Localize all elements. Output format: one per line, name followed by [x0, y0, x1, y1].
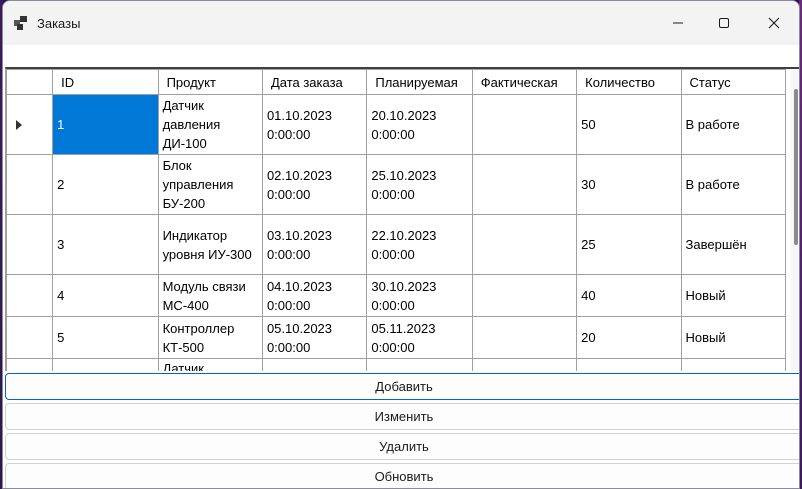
cell-order-date[interactable]: 02.10.2023 0:00:00	[261, 154, 368, 215]
minimize-button[interactable]	[655, 1, 701, 45]
column-header-quantity[interactable]: Количество	[576, 69, 682, 95]
cell-status[interactable]: Новый	[680, 316, 787, 359]
table-row[interactable]: 5 Контроллер КТ-500 05.10.2023 0:00:00 0…	[6, 316, 787, 359]
cell-product[interactable]: Модуль связи МС-400	[157, 274, 263, 317]
column-header-product[interactable]: Продукт	[157, 69, 263, 95]
table-row[interactable]: 1 Датчик давления ДИ-100 01.10.2023 0:00…	[6, 94, 787, 155]
delete-button[interactable]: Удалить	[5, 433, 799, 460]
cell-status[interactable]: В работе	[680, 154, 787, 215]
cell-id[interactable]	[52, 358, 159, 371]
cell-product[interactable]: Датчик	[157, 358, 263, 371]
cell-actual[interactable]	[471, 154, 578, 215]
cell-quantity[interactable]: 20	[576, 316, 682, 359]
cell-product[interactable]: Датчик давления ДИ-100	[157, 94, 263, 155]
add-button[interactable]: Добавить	[5, 373, 799, 400]
cell-planned[interactable]: 25.10.2023 0:00:00	[366, 154, 473, 215]
cell-quantity[interactable]: 40	[576, 274, 682, 317]
grid-header-row: ID Продукт Дата заказа Планируемая Факти…	[6, 69, 787, 95]
current-row-arrow-icon	[16, 119, 22, 130]
column-header-planned[interactable]: Планируемая	[366, 69, 473, 95]
cell-status[interactable]: В работе	[680, 94, 787, 155]
cell-planned[interactable]: 20.10.2023 0:00:00	[366, 94, 473, 155]
cell-product[interactable]: Контроллер КТ-500	[157, 316, 263, 359]
cell-id[interactable]: 3	[52, 214, 159, 275]
cell-quantity[interactable]: 50	[576, 94, 682, 155]
row-header[interactable]	[6, 94, 54, 155]
cell-status[interactable]	[680, 358, 787, 371]
cell-status[interactable]: Новый	[680, 274, 787, 317]
cell-product[interactable]: Блок управления БУ-200	[157, 154, 263, 215]
cell-order-date[interactable]: 04.10.2023 0:00:00	[261, 274, 368, 317]
row-header[interactable]	[6, 358, 54, 371]
cell-actual[interactable]	[471, 94, 578, 155]
row-header[interactable]	[6, 316, 54, 359]
refresh-button[interactable]: Обновить	[5, 463, 799, 488]
close-button[interactable]	[751, 1, 797, 45]
cell-quantity[interactable]: 30	[576, 154, 682, 215]
row-header-corner[interactable]	[6, 69, 54, 95]
empty-toolstrip	[3, 45, 799, 67]
maximize-icon	[719, 18, 729, 28]
cell-status[interactable]: Завершён	[680, 214, 787, 275]
cell-id[interactable]: 1	[52, 94, 159, 155]
cell-actual[interactable]	[471, 214, 578, 275]
orders-window: Заказы ID Продукт Дата заказа Планируема…	[2, 0, 800, 489]
edit-button[interactable]: Изменить	[5, 403, 799, 430]
cell-planned[interactable]: 22.10.2023 0:00:00	[366, 214, 473, 275]
close-icon	[768, 17, 780, 29]
minimize-icon	[673, 22, 683, 24]
app-window-icon	[14, 16, 27, 30]
row-header[interactable]	[6, 154, 54, 215]
orders-grid[interactable]: ID Продукт Дата заказа Планируемая Факти…	[5, 67, 799, 371]
column-header-id[interactable]: ID	[52, 69, 159, 95]
cell-planned[interactable]: 05.11.2023 0:00:00	[366, 316, 473, 359]
window-title: Заказы	[37, 16, 81, 31]
column-header-actual[interactable]: Фактическая	[471, 69, 578, 95]
table-row[interactable]: 3 Индикатор уровня ИУ-300 03.10.2023 0:0…	[6, 214, 787, 275]
column-header-order-date[interactable]: Дата заказа	[261, 69, 368, 95]
cell-actual[interactable]	[471, 274, 578, 317]
cell-order-date[interactable]: 01.10.2023 0:00:00	[261, 94, 368, 155]
cell-product[interactable]: Индикатор уровня ИУ-300	[157, 214, 263, 275]
cell-planned[interactable]	[366, 358, 473, 371]
cell-quantity[interactable]: 25	[576, 214, 682, 275]
cell-id[interactable]: 5	[52, 316, 159, 359]
table-row[interactable]: 2 Блок управления БУ-200 02.10.2023 0:00…	[6, 154, 787, 215]
cell-id[interactable]: 2	[52, 154, 159, 215]
table-row[interactable]: Датчик	[6, 358, 787, 371]
column-header-status[interactable]: Статус	[680, 69, 787, 95]
cell-id[interactable]: 4	[52, 274, 159, 317]
row-header[interactable]	[6, 274, 54, 317]
cell-planned[interactable]: 30.10.2023 0:00:00	[366, 274, 473, 317]
vertical-scrollbar[interactable]	[791, 69, 799, 371]
row-header[interactable]	[6, 214, 54, 275]
cell-actual[interactable]	[471, 358, 578, 371]
scrollbar-thumb[interactable]	[794, 89, 798, 245]
table-row[interactable]: 4 Модуль связи МС-400 04.10.2023 0:00:00…	[6, 274, 787, 317]
cell-order-date[interactable]	[261, 358, 368, 371]
maximize-button[interactable]	[701, 1, 747, 45]
title-bar[interactable]: Заказы	[3, 1, 799, 45]
cell-order-date[interactable]: 03.10.2023 0:00:00	[261, 214, 368, 275]
cell-actual[interactable]	[471, 316, 578, 359]
cell-quantity[interactable]	[576, 358, 682, 371]
cell-order-date[interactable]: 05.10.2023 0:00:00	[261, 316, 368, 359]
